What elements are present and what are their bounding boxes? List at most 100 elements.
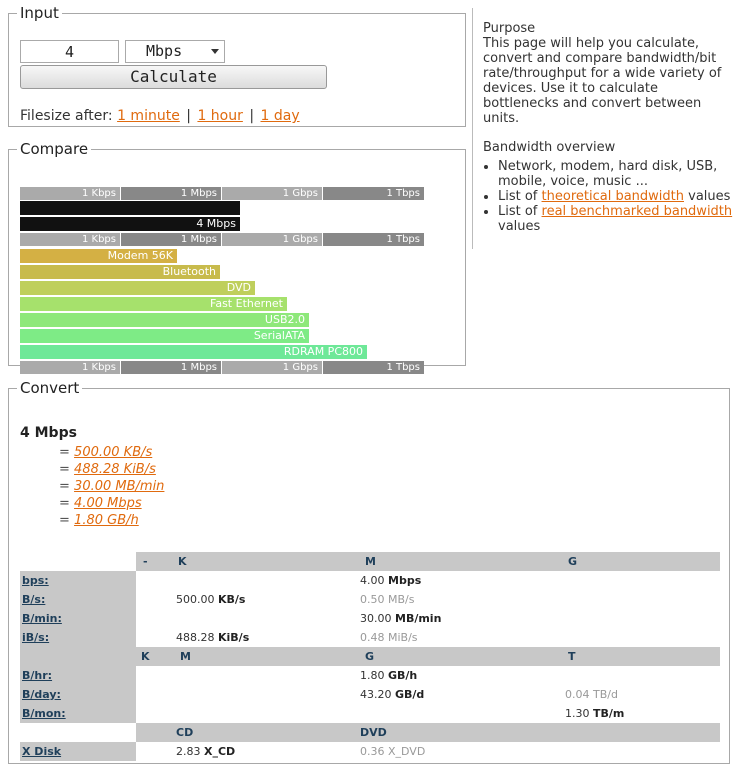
convert-panel: Convert 4 Mbps = 500.00 KB/s = 488.28 Ki… [8, 379, 730, 764]
list-item-text: List of [498, 204, 542, 219]
value-unit: MB/min [395, 612, 442, 625]
axis-scale-bottom: 1 Kbps 1 Mbps 1 Gbps 1 Tbps [20, 361, 424, 374]
row-label[interactable]: B/s: [20, 590, 136, 609]
device-bar-rdram-pc800: RDRAM PC800 [20, 345, 367, 359]
axis-scale-top: 1 Kbps 1 Mbps 1 Gbps 1 Tbps [20, 187, 424, 200]
table-row: X Disk 2.83 X_CD 0.36 X_DVD [20, 742, 720, 761]
row-label[interactable]: X Disk [20, 742, 136, 761]
column-header: G [568, 555, 578, 568]
column-header: T [568, 650, 576, 663]
current-rate-bar-labeled: 4 Mbps [20, 217, 240, 231]
header-spacer [20, 723, 136, 742]
value-unit: KiB/s [218, 631, 250, 644]
table-row: iB/s: 488.28 KiB/s 0.48 MiB/s [20, 628, 720, 647]
row-label-text: bps: [22, 574, 49, 587]
row-label[interactable]: B/min: [20, 609, 136, 628]
secondary-value: 0.48 MiB/s [360, 631, 418, 644]
value-cell: 500.00 KB/s [176, 590, 245, 609]
value-cell: 4.00 Mbps [360, 571, 421, 590]
secondary-value: 0.36 X_DVD [360, 745, 426, 758]
table-row: B/hr: 1.80 GB/h [20, 666, 720, 685]
value-number: 30.00 [360, 612, 392, 625]
table-row: bps: 4.00 Mbps [20, 571, 720, 590]
equivalent-link[interactable]: 1.80 GB/h [74, 513, 139, 528]
value-number: 43.20 [360, 688, 392, 701]
device-bar-fast-ethernet: Fast Ethernet [20, 297, 287, 311]
value-input[interactable] [20, 40, 119, 63]
equivalent-link[interactable]: 488.28 KiB/s [74, 462, 156, 477]
row-label-text: B/min: [22, 612, 62, 625]
column-header: K [178, 555, 187, 568]
value-unit: GB/d [395, 688, 425, 701]
row-label[interactable]: iB/s: [20, 628, 136, 647]
table-row: B/day: 43.20 GB/d 0.04 TB/d [20, 685, 720, 704]
value-cell: 1.30 TB/m [565, 704, 624, 723]
filesize-1-day-link[interactable]: 1 day [261, 108, 300, 124]
value-unit: X_CD [204, 745, 236, 758]
convert-legend: Convert [20, 379, 80, 397]
axis-tick: 1 Gbps [222, 233, 323, 246]
row-label[interactable]: B/hr: [20, 666, 136, 685]
axis-tick: 1 Tbps [323, 233, 424, 246]
row-label-text: iB/s: [22, 631, 50, 644]
value-number: 488.28 [176, 631, 215, 644]
compare-panel: Compare 1 Kbps 1 Mbps 1 Gbps 1 Tbps 4 Mb… [8, 140, 466, 374]
list-item: = 1.80 GB/h [59, 512, 164, 529]
value-cell: 1.80 GB/h [360, 666, 417, 685]
unit-select[interactable]: Mbps [125, 40, 225, 63]
convert-heading: 4 Mbps [20, 425, 77, 441]
list-item: = 488.28 KiB/s [59, 461, 164, 478]
equivalent-link[interactable]: 500.00 KB/s [74, 445, 152, 460]
calculate-button[interactable]: Calculate [20, 65, 327, 89]
compare-legend: Compare [20, 140, 89, 158]
row-label[interactable]: B/day: [20, 685, 136, 704]
column-header: CD [176, 726, 194, 739]
equals-sign: = [59, 479, 70, 494]
value-unit: KB/s [218, 593, 246, 606]
device-bar-usb2: USB2.0 [20, 313, 309, 327]
row-label-text: B/hr: [22, 669, 53, 682]
purpose-text: This page will help you calculate, conve… [483, 36, 722, 126]
device-bar-bluetooth: Bluetooth [20, 265, 220, 279]
value-number: 1.30 [565, 707, 590, 720]
filesize-1-minute-link[interactable]: 1 minute [117, 108, 180, 124]
equals-sign: = [59, 496, 70, 511]
real-benchmarked-bandwidth-link[interactable]: real benchmarked bandwidth [542, 204, 733, 219]
value-number: 2.83 [176, 745, 201, 758]
value-cell: 488.28 KiB/s [176, 628, 249, 647]
row-label[interactable]: bps: [20, 571, 136, 590]
equivalent-link[interactable]: 4.00 Mbps [74, 496, 142, 511]
list-item: List of real benchmarked bandwidth value… [498, 204, 733, 234]
filesize-1-hour-link[interactable]: 1 hour [197, 108, 242, 124]
axis-tick: 1 Tbps [323, 361, 424, 374]
equivalent-link[interactable]: 30.00 MB/min [74, 479, 164, 494]
purpose-panel: Purpose This page will help you calculat… [483, 21, 733, 234]
value-number: 500.00 [176, 593, 215, 606]
value-cell: 43.20 GB/d [360, 685, 424, 704]
list-item: = 500.00 KB/s [59, 444, 164, 461]
axis-tick: 1 Mbps [121, 361, 222, 374]
value-cell: 30.00 MB/min [360, 609, 441, 628]
axis-tick: 1 Mbps [121, 187, 222, 200]
table-header: - K M G [20, 552, 720, 571]
row-label[interactable]: B/mon: [20, 704, 136, 723]
theoretical-bandwidth-link[interactable]: theoretical bandwidth [542, 189, 684, 204]
table-header: K K M G T [20, 647, 720, 666]
equivalents-list: = 500.00 KB/s = 488.28 KiB/s = 30.00 MB/… [59, 444, 164, 529]
filesize-row: Filesize after: 1 minute | 1 hour | 1 da… [20, 108, 300, 124]
row-label-text: X Disk [22, 745, 62, 758]
input-legend: Input [20, 4, 59, 22]
overview-list: Network, modem, hard disk, USB, mobile, … [483, 159, 733, 234]
axis-tick: 1 Kbps [20, 233, 121, 246]
equals-sign: = [59, 513, 70, 528]
row-label-text: B/mon: [22, 707, 66, 720]
list-item-text: values [498, 219, 541, 234]
device-bar-serialata: SerialATA [20, 329, 309, 343]
equals-sign: = [59, 445, 70, 460]
overview-heading: Bandwidth overview [483, 140, 616, 155]
header-spacer: K [20, 647, 136, 666]
device-bar-dvd: DVD [20, 281, 255, 295]
list-item: = 30.00 MB/min [59, 478, 164, 495]
table-header: CD DVD [20, 723, 720, 742]
value-unit: Mbps [388, 574, 422, 587]
